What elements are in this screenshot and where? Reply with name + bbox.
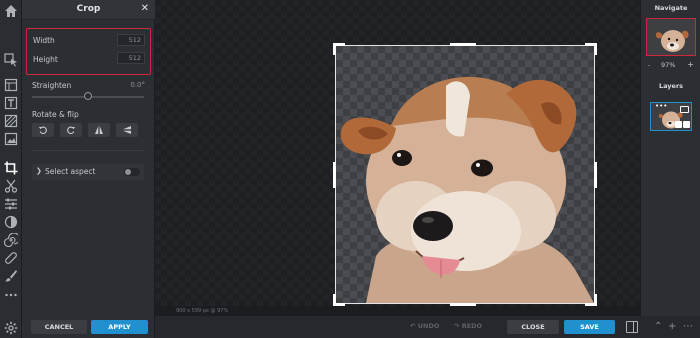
puppy-illustration: [340, 76, 594, 303]
text-tool-icon[interactable]: [3, 95, 19, 111]
zoom-in-button[interactable]: +: [687, 60, 694, 69]
close-button[interactable]: CLOSE: [507, 320, 559, 334]
crop-panel: Crop ✕ Width 512 Height 512 Straighten 0…: [22, 0, 155, 338]
panel-divider: [32, 150, 144, 151]
layer-item[interactable]: •••: [650, 102, 692, 131]
zoom-controls: - 97% +: [646, 60, 696, 71]
brush-tool-icon[interactable]: [3, 268, 19, 284]
apply-button[interactable]: APPLY: [91, 320, 148, 334]
chevron-up-icon[interactable]: ⌃: [654, 321, 662, 333]
bandage-tool-icon[interactable]: [3, 250, 19, 266]
canvas-info: 900 x 599 px @ 97%: [176, 308, 229, 314]
color-tool-icon[interactable]: [3, 214, 19, 230]
cut-tool-icon[interactable]: [3, 178, 19, 194]
more-tools-icon[interactable]: [3, 287, 19, 303]
height-label: Height: [33, 55, 58, 64]
crop-handle-top[interactable]: [450, 43, 476, 46]
height-input[interactable]: 512: [117, 52, 145, 64]
photo-editor-app: Crop ✕ Width 512 Height 512 Straighten 0…: [0, 0, 700, 338]
navigator-thumbnail[interactable]: [646, 18, 696, 56]
rotate-left-button[interactable]: [32, 123, 54, 137]
close-icon[interactable]: ✕: [141, 3, 149, 14]
undo-label: UNDO: [417, 322, 440, 330]
spiral-tool-icon[interactable]: [3, 232, 19, 248]
width-input[interactable]: 512: [117, 34, 145, 46]
layer-visibility-icon[interactable]: [683, 121, 690, 128]
layer-lock-icon[interactable]: [675, 121, 682, 128]
more-options-icon[interactable]: ⋯: [683, 321, 693, 333]
flip-vertical-icon: [123, 126, 131, 134]
select-tool-icon[interactable]: [3, 52, 19, 68]
flip-vertical-button[interactable]: [116, 123, 138, 137]
crop-handle-bottom-right-v[interactable]: [594, 294, 597, 306]
crop-handle-left[interactable]: [333, 162, 336, 188]
tool-sidebar: [0, 0, 22, 338]
flip-horizontal-button[interactable]: [88, 123, 110, 137]
crop-image[interactable]: [336, 46, 594, 303]
undo-icon: ↶: [410, 322, 418, 330]
pattern-tool-icon[interactable]: [3, 113, 19, 129]
zoom-out-button[interactable]: -: [648, 61, 650, 69]
layers-title: Layers: [658, 82, 684, 90]
crop-handle-bottom[interactable]: [450, 303, 476, 306]
crop-handle-top-left-v[interactable]: [333, 43, 336, 55]
home-icon[interactable]: [3, 3, 19, 19]
redo-label: REDO: [461, 322, 483, 330]
chevron-right-icon: ❯: [36, 167, 42, 175]
crop-size-group: Width 512 Height 512: [26, 28, 151, 75]
redo-icon: ↷: [454, 322, 462, 330]
image-tool-icon[interactable]: [3, 131, 19, 147]
settings-gear-icon[interactable]: [3, 320, 19, 336]
cancel-button[interactable]: CANCEL: [31, 320, 87, 334]
save-button[interactable]: SAVE: [564, 320, 615, 334]
undo-button[interactable]: ↶ UNDO: [410, 322, 439, 330]
layers-tool-icon[interactable]: [3, 77, 19, 93]
panel-title: Crop: [76, 4, 101, 14]
navigate-title: Navigate: [654, 4, 688, 12]
redo-button[interactable]: ↷ REDO: [454, 322, 482, 330]
right-panel: Navigate - 97% + Layers •••: [640, 0, 700, 316]
zoom-value: 97%: [661, 61, 676, 69]
crop-handle-bottom-left-v[interactable]: [333, 294, 336, 306]
adjust-tool-icon[interactable]: [3, 196, 19, 212]
rotate-left-icon: [38, 126, 47, 134]
layer-menu-icon[interactable]: •••: [655, 103, 667, 110]
select-aspect-row[interactable]: ❯ Select aspect: [32, 164, 144, 180]
flip-horizontal-icon: [95, 126, 103, 134]
select-aspect-toggle[interactable]: [124, 168, 140, 176]
crop-handle-right[interactable]: [594, 162, 597, 188]
width-label: Width: [33, 36, 55, 45]
straighten-label: Straighten: [32, 81, 72, 90]
toggle-knob: [125, 169, 131, 175]
panel-toggle-icon[interactable]: [626, 321, 638, 333]
crop-panel-footer: CANCEL APPLY: [22, 316, 155, 338]
select-aspect-label: Select aspect: [45, 167, 96, 176]
rotate-right-icon: [67, 126, 76, 134]
layer-image-icon: [680, 106, 689, 113]
crop-tool-icon[interactable]: [3, 160, 19, 176]
straighten-value: 0.0°: [130, 81, 145, 89]
rotate-flip-label: Rotate & flip: [32, 110, 79, 119]
navigator-puppy-image: [655, 30, 689, 52]
crop-panel-header: Crop ✕: [22, 0, 155, 20]
crop-handle-top-right-v[interactable]: [594, 43, 597, 55]
straighten-slider-thumb[interactable]: [84, 92, 92, 100]
rotate-right-button[interactable]: [60, 123, 82, 137]
add-layer-icon[interactable]: +: [668, 321, 676, 333]
